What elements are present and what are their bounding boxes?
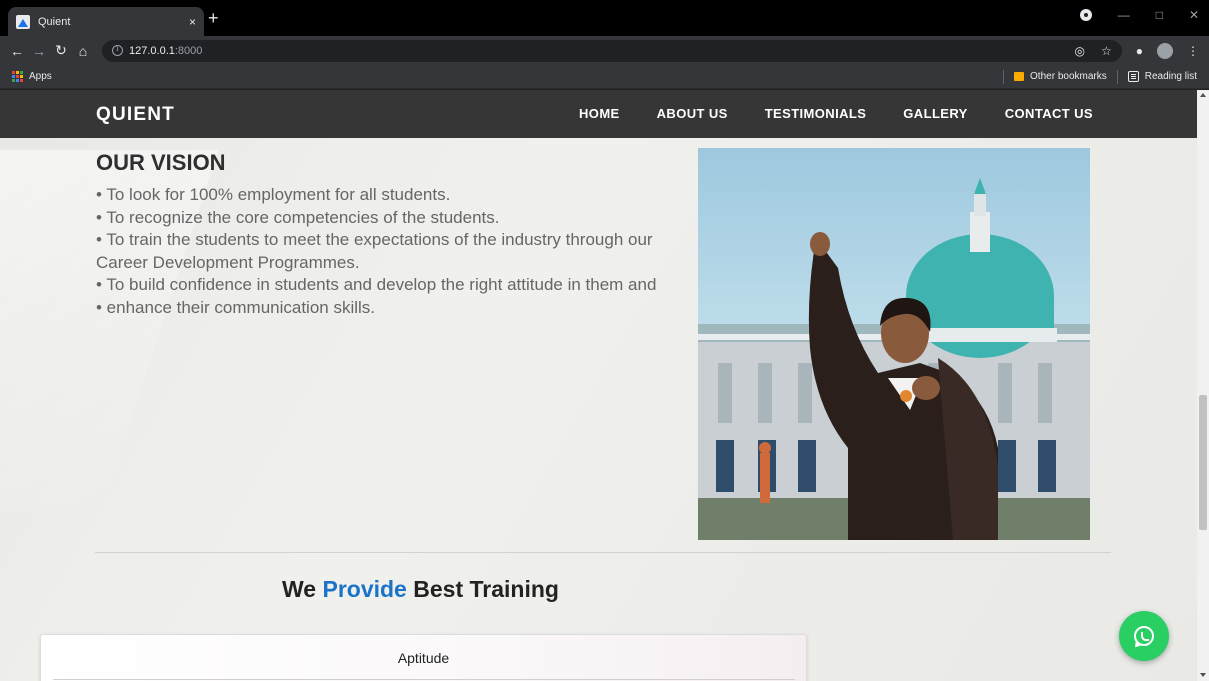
card-title: Aptitude (397, 650, 450, 666)
omnibox-actions: ◎ ☆ (1075, 44, 1112, 58)
training-heading-accent: Provide (322, 576, 407, 602)
site-navbar: QUIENT HOME ABOUT US TESTIMONIALS GALLER… (0, 90, 1197, 138)
page-viewport: QUIENT HOME ABOUT US TESTIMONIALS GALLER… (0, 90, 1197, 681)
main-nav: HOME ABOUT US TESTIMONIALS GALLERY CONTA… (579, 106, 1093, 121)
reading-list-icon (1127, 71, 1139, 82)
reading-list[interactable]: Reading list (1145, 71, 1197, 82)
scrollbar-thumb[interactable] (1199, 395, 1207, 530)
other-bookmarks[interactable]: Other bookmarks (1030, 71, 1107, 82)
apps-label[interactable]: Apps (29, 71, 52, 82)
training-heading-post: Best Training (406, 576, 559, 602)
training-heading: We Provide Best Training (282, 576, 559, 603)
nav-gallery[interactable]: GALLERY (903, 106, 967, 121)
training-heading-pre: We (282, 576, 323, 602)
section-divider (95, 552, 1111, 553)
address-url: 127.0.0.1:8000 (129, 45, 202, 57)
menu-kebab-icon[interactable]: ⋮ (1187, 44, 1199, 58)
training-card-aptitude[interactable]: Aptitude (40, 634, 807, 681)
back-arrow-icon[interactable]: ← (6, 43, 28, 59)
url-host: 127.0.0.1 (129, 44, 175, 57)
page-scrollbar[interactable] (1197, 90, 1209, 681)
bookmarks-separator (1003, 69, 1005, 84)
nav-contact-us[interactable]: CONTACT US (1005, 106, 1093, 121)
scroll-up-arrow-icon[interactable] (1200, 93, 1206, 97)
card-divider (53, 679, 795, 680)
whatsapp-button[interactable] (1119, 611, 1169, 661)
home-icon[interactable]: ⌂ (72, 43, 94, 59)
vision-item: • To look for 100% employment for all st… (96, 185, 451, 204)
graduate-illustration (698, 178, 1090, 540)
scroll-down-arrow-icon[interactable] (1200, 673, 1206, 677)
vision-item: • To recognize the core competencies of … (96, 207, 500, 227)
extensions-puzzle-icon[interactable]: ● (1136, 44, 1143, 58)
bookmarks-bar: Apps Other bookmarks Reading list (0, 65, 1209, 89)
close-window-icon[interactable]: ✕ (1189, 8, 1199, 22)
bookmarks-right: Other bookmarks Reading list (999, 69, 1197, 84)
minimize-icon[interactable]: — (1118, 8, 1130, 22)
new-tab-button[interactable]: + (208, 9, 219, 27)
tab-close-icon[interactable]: × (189, 15, 196, 29)
bookmarks-separator (1116, 69, 1118, 84)
reload-icon[interactable]: ↻ (50, 42, 72, 59)
vision-item: • To build confidence in students and de… (96, 275, 657, 295)
tab-title: Quient (38, 15, 71, 28)
tracking-eye-icon[interactable]: ◎ (1075, 44, 1085, 58)
site-info-icon[interactable] (112, 44, 123, 56)
vision-section: OUR VISION • To look for 100% employment… (96, 150, 696, 320)
nav-testimonials[interactable]: TESTIMONIALS (765, 106, 867, 121)
maximize-icon[interactable]: □ (1156, 8, 1163, 22)
vision-list: • To look for 100% employment for all st… (96, 184, 696, 320)
url-port: :8000 (174, 44, 203, 57)
site-favicon-icon (16, 14, 30, 29)
whatsapp-icon (1134, 626, 1154, 646)
forward-arrow-icon[interactable]: → (28, 43, 50, 59)
browser-profile-icon[interactable] (1079, 9, 1092, 21)
browser-toolbar: ← → ↻ ⌂ 127.0.0.1:8000 ◎ ☆ ● ⋮ (0, 36, 1209, 65)
browser-tab[interactable]: Quient × (8, 7, 204, 36)
bookmark-star-icon[interactable]: ☆ (1101, 44, 1112, 58)
graduate-photo (698, 148, 1090, 540)
window-controls: — □ ✕ (1079, 8, 1199, 22)
apps-grid-icon[interactable] (12, 71, 23, 82)
brand-logo[interactable]: QUIENT (96, 104, 175, 126)
profile-avatar[interactable] (1157, 42, 1173, 59)
browser-tabstrip: Quient × + — □ ✕ (0, 0, 1209, 36)
vision-heading: OUR VISION (96, 150, 226, 175)
vision-item: • To train the students to meet the expe… (96, 230, 653, 272)
folder-icon (1014, 72, 1025, 81)
extension-area: ● ⋮ (1136, 42, 1199, 59)
vision-item: • enhance their communication skills. (96, 297, 376, 317)
nav-about-us[interactable]: ABOUT US (657, 106, 728, 121)
address-bar[interactable]: 127.0.0.1:8000 ◎ ☆ (102, 39, 1122, 62)
nav-home[interactable]: HOME (579, 106, 620, 121)
